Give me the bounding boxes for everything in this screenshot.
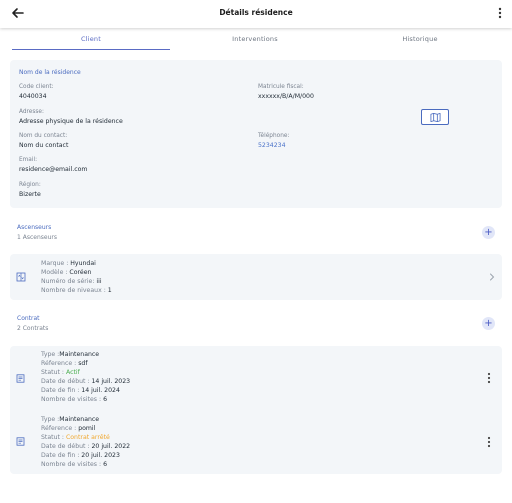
chevron-right-icon[interactable] bbox=[489, 273, 495, 281]
map-button[interactable] bbox=[421, 109, 449, 125]
contrat-1-fin: Date de fin : 14 juil. 2024 bbox=[41, 387, 120, 394]
ascenseur-serie: Numéro de série: iii bbox=[41, 278, 102, 285]
contrat-1-visites: Nombre de visites : 6 bbox=[41, 396, 107, 403]
ascenseurs-title: Ascenseurs bbox=[17, 224, 52, 231]
contrat-1-ref: Réference : sdf bbox=[41, 360, 88, 367]
contrat-1-type: Type :Maintenance bbox=[41, 351, 100, 358]
contract-document-icon bbox=[16, 437, 25, 446]
phone-label: Téléphone: bbox=[258, 133, 290, 139]
phone-value[interactable]: 5234234 bbox=[258, 142, 286, 149]
address-value: Adresse physique de la résidence bbox=[19, 118, 123, 125]
contrat-1-debut: Date de début : 14 juil. 2023 bbox=[41, 378, 131, 385]
tab-client[interactable]: Client bbox=[12, 30, 170, 50]
add-contrat-button[interactable]: + bbox=[482, 317, 495, 330]
contact-label: Nom du contact: bbox=[19, 133, 68, 139]
region-value: Bizerte bbox=[19, 191, 41, 198]
app-bar: Détails résidence bbox=[0, 0, 512, 28]
email-value: residence@email.com bbox=[19, 166, 88, 173]
contact-value: Nom du contact bbox=[19, 142, 69, 149]
contrat-2-visites: Nombre de visites : 6 bbox=[41, 461, 107, 468]
ascenseurs-count: 1 Ascenseurs bbox=[17, 234, 57, 241]
map-icon bbox=[430, 112, 441, 123]
contrat-2-fin: Date de fin : 20 juil. 2023 bbox=[41, 452, 120, 459]
ascenseur-modele: Modèle : Coréen bbox=[41, 269, 92, 276]
contrat-2-statut: Statut : Contrat arrêté bbox=[41, 434, 110, 441]
address-label: Adresse: bbox=[19, 109, 44, 115]
contrat-2-type: Type :Maintenance bbox=[41, 416, 100, 423]
ascenseur-marque: Marque : Hyundai bbox=[41, 260, 96, 267]
contrat-1-statut: Statut : Actif bbox=[41, 369, 80, 376]
elevator-icon bbox=[16, 272, 26, 282]
contract-document-icon bbox=[16, 374, 25, 383]
contrat-2-ref: Réference : pomil bbox=[41, 425, 96, 432]
tab-historique[interactable]: Historique bbox=[340, 30, 500, 50]
more-vertical-icon[interactable] bbox=[496, 6, 504, 20]
residence-name: Nom de la résidence bbox=[19, 69, 81, 76]
client-info-card bbox=[10, 60, 502, 208]
page-title: Détails résidence bbox=[219, 8, 293, 17]
ascenseur-niveaux: Nombre de niveaux : 1 bbox=[41, 287, 112, 294]
contrat-2-more-icon[interactable] bbox=[485, 436, 493, 448]
email-label: Email: bbox=[19, 157, 38, 163]
matricule-label: Matricule fiscal: bbox=[258, 84, 304, 90]
contrat-title: Contrat bbox=[17, 315, 40, 322]
code-client-label: Code client: bbox=[19, 84, 54, 90]
tab-interventions[interactable]: Interventions bbox=[175, 30, 335, 50]
contrat-count: 2 Contrats bbox=[17, 325, 49, 332]
matricule-value: xxxxxx/B/A/M/000 bbox=[258, 93, 314, 100]
code-client-value: 4040034 bbox=[19, 93, 47, 100]
contrat-1-more-icon[interactable] bbox=[485, 372, 493, 384]
tab-bar: Client Interventions Historique bbox=[12, 30, 500, 50]
contrat-2-debut: Date de début : 20 juil. 2022 bbox=[41, 443, 131, 450]
add-ascenseur-button[interactable]: + bbox=[482, 226, 495, 239]
region-label: Région: bbox=[19, 182, 41, 188]
